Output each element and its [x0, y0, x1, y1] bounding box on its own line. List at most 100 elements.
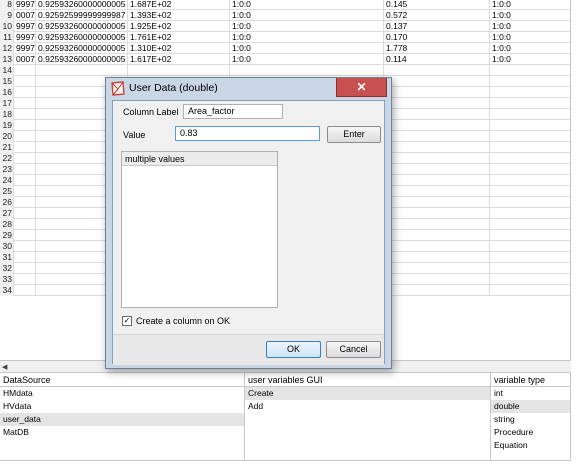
- table-cell[interactable]: [490, 98, 570, 109]
- table-cell[interactable]: 0.92593260000000005: [36, 54, 128, 65]
- table-cell[interactable]: 9997: [14, 0, 36, 10]
- table-cell[interactable]: 1:0:0: [230, 54, 384, 65]
- table-cell[interactable]: [14, 186, 36, 197]
- table-cell[interactable]: [490, 197, 570, 208]
- table-cell[interactable]: [14, 274, 36, 285]
- table-cell[interactable]: 1:0:0: [230, 43, 384, 54]
- table-cell[interactable]: 1:0:0: [230, 32, 384, 43]
- table-cell[interactable]: [14, 142, 36, 153]
- table-cell[interactable]: [490, 120, 570, 131]
- table-cell[interactable]: [490, 263, 570, 274]
- close-button[interactable]: ✕: [336, 78, 387, 97]
- table-cell[interactable]: [384, 120, 490, 131]
- table-cell[interactable]: 1.778: [384, 43, 490, 54]
- table-cell[interactable]: [384, 263, 490, 274]
- table-cell[interactable]: 0.145: [384, 0, 490, 10]
- table-cell[interactable]: [14, 208, 36, 219]
- table-cell[interactable]: [490, 164, 570, 175]
- table-cell[interactable]: 1.761E+02: [128, 32, 230, 43]
- table-cell[interactable]: [14, 76, 36, 87]
- ok-button[interactable]: OK: [266, 341, 321, 358]
- gui-header[interactable]: user variables GUI: [245, 373, 490, 387]
- table-cell[interactable]: [14, 175, 36, 186]
- table-cell[interactable]: [490, 230, 570, 241]
- table-cell[interactable]: [128, 65, 230, 76]
- multiple-values-list[interactable]: multiple values: [121, 151, 278, 308]
- list-item[interactable]: double: [491, 400, 570, 413]
- table-cell[interactable]: [384, 87, 490, 98]
- table-cell[interactable]: 9997: [14, 21, 36, 32]
- table-cell[interactable]: [14, 98, 36, 109]
- table-cell[interactable]: [384, 153, 490, 164]
- table-cell[interactable]: 1:0:0: [490, 43, 570, 54]
- table-cell[interactable]: [384, 197, 490, 208]
- table-cell[interactable]: 1.310E+02: [128, 43, 230, 54]
- table-cell[interactable]: 0.92593260000000005: [36, 0, 128, 10]
- table-cell[interactable]: [490, 186, 570, 197]
- table-cell[interactable]: [14, 164, 36, 175]
- table-row[interactable]: 10 9997 0.92593260000000005 1.925E+02 1:0:0 0…: [0, 21, 570, 32]
- table-cell[interactable]: [14, 285, 36, 296]
- table-cell[interactable]: 0.92593260000000005: [36, 43, 128, 54]
- create-column-checkbox[interactable]: ✓: [122, 316, 132, 326]
- arrow-left-icon[interactable]: ◀: [2, 363, 7, 371]
- table-cell[interactable]: 0.170: [384, 32, 490, 43]
- table-cell[interactable]: 0.137: [384, 21, 490, 32]
- table-cell[interactable]: [384, 252, 490, 263]
- list-item[interactable]: HMdata: [0, 387, 244, 400]
- table-cell[interactable]: [384, 65, 490, 76]
- list-item[interactable]: Add: [245, 400, 490, 413]
- table-cell[interactable]: [14, 252, 36, 263]
- table-cell[interactable]: 0.92592599999999987: [36, 10, 128, 21]
- table-cell[interactable]: [384, 208, 490, 219]
- table-cell[interactable]: 1:0:0: [230, 21, 384, 32]
- table-cell[interactable]: [384, 175, 490, 186]
- table-cell[interactable]: 1:0:0: [490, 10, 570, 21]
- table-cell[interactable]: [490, 87, 570, 98]
- list-item[interactable]: string: [491, 413, 570, 426]
- table-cell[interactable]: [14, 87, 36, 98]
- table-cell[interactable]: 1:0:0: [490, 21, 570, 32]
- table-cell[interactable]: 9997: [14, 43, 36, 54]
- table-cell[interactable]: [384, 285, 490, 296]
- table-cell[interactable]: [490, 274, 570, 285]
- table-cell[interactable]: [490, 219, 570, 230]
- table-cell[interactable]: [384, 142, 490, 153]
- table-cell[interactable]: [384, 219, 490, 230]
- table-cell[interactable]: 0.92593260000000005: [36, 21, 128, 32]
- table-cell[interactable]: 1.393E+02: [128, 10, 230, 21]
- table-cell[interactable]: 0007: [14, 10, 36, 21]
- table-cell[interactable]: [490, 131, 570, 142]
- table-cell[interactable]: 0007: [14, 54, 36, 65]
- table-row[interactable]: 14: [0, 65, 570, 76]
- datasource-header[interactable]: DataSource: [0, 373, 244, 387]
- value-input[interactable]: 0.83: [175, 126, 320, 141]
- list-item[interactable]: Equation: [491, 439, 570, 452]
- table-cell[interactable]: [490, 109, 570, 120]
- dialog-titlebar[interactable]: User Data (double) ✕: [106, 78, 391, 100]
- table-cell[interactable]: [14, 131, 36, 142]
- table-cell[interactable]: [490, 208, 570, 219]
- table-cell[interactable]: [14, 109, 36, 120]
- table-cell[interactable]: 1:0:0: [230, 10, 384, 21]
- table-cell[interactable]: [14, 263, 36, 274]
- list-item[interactable]: MatDB: [0, 426, 244, 439]
- table-row[interactable]: 8 9997 0.92593260000000005 1.687E+02 1:0:0 0.…: [0, 0, 570, 10]
- table-cell[interactable]: [384, 109, 490, 120]
- table-cell[interactable]: [384, 230, 490, 241]
- column-label-input[interactable]: Area_factor: [183, 104, 283, 119]
- table-cell[interactable]: [384, 186, 490, 197]
- table-cell[interactable]: [490, 241, 570, 252]
- table-cell[interactable]: 1:0:0: [490, 0, 570, 10]
- table-cell[interactable]: 1:0:0: [490, 32, 570, 43]
- table-cell[interactable]: [14, 230, 36, 241]
- table-cell[interactable]: 1.925E+02: [128, 21, 230, 32]
- table-cell[interactable]: [14, 120, 36, 131]
- table-cell[interactable]: 9997: [14, 32, 36, 43]
- table-cell[interactable]: [14, 153, 36, 164]
- table-row[interactable]: 12 9997 0.92593260000000005 1.310E+02 1:0:0 1…: [0, 43, 570, 54]
- table-cell[interactable]: [14, 241, 36, 252]
- table-row[interactable]: 13 0007 0.92593260000000005 1.617E+02 1:0:0 0…: [0, 54, 570, 65]
- table-cell[interactable]: [14, 65, 36, 76]
- table-cell[interactable]: 0.572: [384, 10, 490, 21]
